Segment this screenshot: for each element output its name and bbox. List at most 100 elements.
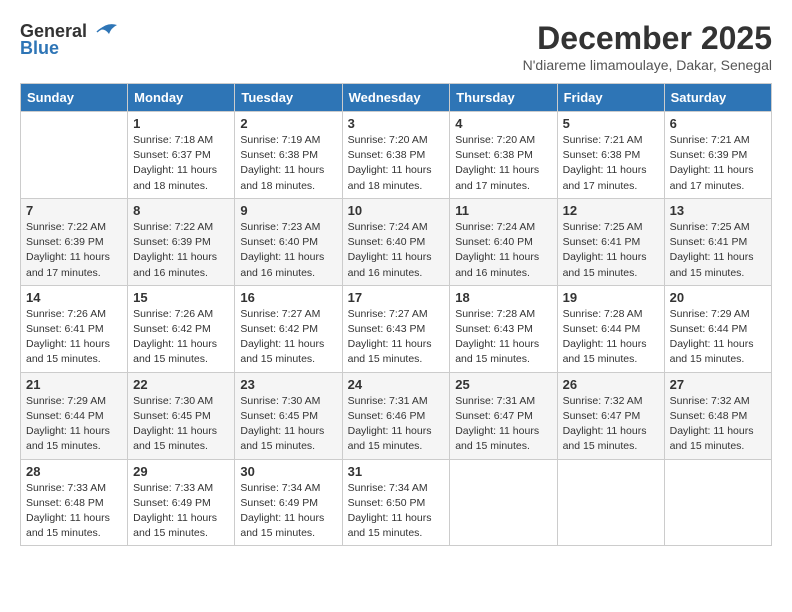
calendar-cell: 5Sunrise: 7:21 AMSunset: 6:38 PMDaylight… — [557, 112, 664, 199]
day-number: 10 — [348, 203, 445, 218]
day-number: 29 — [133, 464, 229, 479]
calendar-cell: 29Sunrise: 7:33 AMSunset: 6:49 PMDayligh… — [128, 459, 235, 546]
calendar-cell: 28 Sunrise: 7:33 AMSunset: 6:48 PMDayligh… — [21, 459, 128, 546]
day-info: Sunrise: 7:30 AMSunset: 6:45 PMDaylight:… — [133, 394, 229, 455]
header-sunday: Sunday — [21, 84, 128, 112]
day-info: Sunrise: 7:21 AMSunset: 6:39 PMDaylight:… — [670, 133, 766, 194]
calendar-header-row: SundayMondayTuesdayWednesdayThursdayFrid… — [21, 84, 772, 112]
day-info: Sunrise: 7:22 AMSunset: 6:39 PMDaylight:… — [133, 220, 229, 281]
calendar-cell: 24 Sunrise: 7:31 AMSunset: 6:46 PMDayligh… — [342, 372, 450, 459]
calendar-week-row: 14Sunrise: 7:26 AMSunset: 6:41 PMDayligh… — [21, 285, 772, 372]
calendar-cell: 10 Sunrise: 7:24 AMSunset: 6:40 PMDayligh… — [342, 198, 450, 285]
day-info: Sunrise: 7:33 AMSunset: 6:48 PMDaylight:… — [26, 481, 122, 542]
calendar-cell: 16Sunrise: 7:27 AMSunset: 6:42 PMDayligh… — [235, 285, 342, 372]
day-number: 11 — [455, 203, 551, 218]
day-number: 23 — [240, 377, 336, 392]
calendar-cell: 13 Sunrise: 7:25 AMSunset: 6:41 PMDayligh… — [664, 198, 771, 285]
day-number: 8 — [133, 203, 229, 218]
day-info: Sunrise: 7:29 AMSunset: 6:44 PMDaylight:… — [670, 307, 766, 368]
calendar-cell: 31 Sunrise: 7:34 AMSunset: 6:50 PMDayligh… — [342, 459, 450, 546]
header-saturday: Saturday — [664, 84, 771, 112]
day-number: 16 — [240, 290, 336, 305]
day-info: Sunrise: 7:34 AMSunset: 6:49 PMDaylight:… — [240, 481, 336, 542]
day-number: 28 — [26, 464, 122, 479]
calendar-cell: 3 Sunrise: 7:20 AMSunset: 6:38 PMDaylight… — [342, 112, 450, 199]
day-info: Sunrise: 7:30 AMSunset: 6:45 PMDaylight:… — [240, 394, 336, 455]
calendar-cell: 30Sunrise: 7:34 AMSunset: 6:49 PMDayligh… — [235, 459, 342, 546]
day-number: 1 — [133, 116, 229, 131]
day-number: 22 — [133, 377, 229, 392]
day-info: Sunrise: 7:31 AMSunset: 6:47 PMDaylight:… — [455, 394, 551, 455]
day-info: Sunrise: 7:24 AMSunset: 6:40 PMDaylight:… — [455, 220, 551, 281]
calendar-cell: 7 Sunrise: 7:22 AMSunset: 6:39 PMDaylight… — [21, 198, 128, 285]
calendar-cell: 11 Sunrise: 7:24 AMSunset: 6:40 PMDayligh… — [450, 198, 557, 285]
calendar-cell: 22 Sunrise: 7:30 AMSunset: 6:45 PMDayligh… — [128, 372, 235, 459]
calendar-cell — [450, 459, 557, 546]
calendar-cell: 6Sunrise: 7:21 AMSunset: 6:39 PMDaylight… — [664, 112, 771, 199]
day-info: Sunrise: 7:26 AMSunset: 6:41 PMDaylight:… — [26, 307, 122, 368]
day-number: 2 — [240, 116, 336, 131]
day-number: 21 — [26, 377, 122, 392]
day-info: Sunrise: 7:32 AMSunset: 6:48 PMDaylight:… — [670, 394, 766, 455]
logo-bird-icon — [89, 20, 119, 42]
day-number: 26 — [563, 377, 659, 392]
day-number: 7 — [26, 203, 122, 218]
calendar-cell: 15 Sunrise: 7:26 AMSunset: 6:42 PMDayligh… — [128, 285, 235, 372]
day-number: 24 — [348, 377, 445, 392]
calendar-cell: 9 Sunrise: 7:23 AMSunset: 6:40 PMDaylight… — [235, 198, 342, 285]
day-number: 25 — [455, 377, 551, 392]
header: General Blue December 2025 N'diareme lim… — [20, 20, 772, 73]
day-info: Sunrise: 7:22 AMSunset: 6:39 PMDaylight:… — [26, 220, 122, 281]
calendar-cell: 20Sunrise: 7:29 AMSunset: 6:44 PMDayligh… — [664, 285, 771, 372]
calendar-cell: 19 Sunrise: 7:28 AMSunset: 6:44 PMDayligh… — [557, 285, 664, 372]
day-info: Sunrise: 7:26 AMSunset: 6:42 PMDaylight:… — [133, 307, 229, 368]
calendar-cell: 12 Sunrise: 7:25 AMSunset: 6:41 PMDayligh… — [557, 198, 664, 285]
calendar-cell: 8 Sunrise: 7:22 AMSunset: 6:39 PMDaylight… — [128, 198, 235, 285]
day-info: Sunrise: 7:21 AMSunset: 6:38 PMDaylight:… — [563, 133, 659, 194]
calendar-cell: 27 Sunrise: 7:32 AMSunset: 6:48 PMDayligh… — [664, 372, 771, 459]
calendar-week-row: 1Sunrise: 7:18 AMSunset: 6:37 PMDaylight… — [21, 112, 772, 199]
day-info: Sunrise: 7:28 AMSunset: 6:43 PMDaylight:… — [455, 307, 551, 368]
calendar-cell: 17Sunrise: 7:27 AMSunset: 6:43 PMDayligh… — [342, 285, 450, 372]
calendar-cell: 4Sunrise: 7:20 AMSunset: 6:38 PMDaylight… — [450, 112, 557, 199]
calendar-cell: 23 Sunrise: 7:30 AMSunset: 6:45 PMDayligh… — [235, 372, 342, 459]
header-friday: Friday — [557, 84, 664, 112]
calendar-cell — [664, 459, 771, 546]
day-number: 27 — [670, 377, 766, 392]
day-info: Sunrise: 7:34 AMSunset: 6:50 PMDaylight:… — [348, 481, 445, 542]
logo: General Blue — [20, 20, 119, 59]
day-info: Sunrise: 7:28 AMSunset: 6:44 PMDaylight:… — [563, 307, 659, 368]
day-number: 31 — [348, 464, 445, 479]
calendar-week-row: 28 Sunrise: 7:33 AMSunset: 6:48 PMDayligh… — [21, 459, 772, 546]
day-info: Sunrise: 7:27 AMSunset: 6:43 PMDaylight:… — [348, 307, 445, 368]
month-title: December 2025 — [523, 20, 772, 57]
day-number: 9 — [240, 203, 336, 218]
calendar-cell — [21, 112, 128, 199]
day-number: 12 — [563, 203, 659, 218]
day-info: Sunrise: 7:20 AMSunset: 6:38 PMDaylight:… — [455, 133, 551, 194]
logo-blue-text: Blue — [20, 38, 59, 59]
calendar-cell: 14Sunrise: 7:26 AMSunset: 6:41 PMDayligh… — [21, 285, 128, 372]
day-number: 13 — [670, 203, 766, 218]
calendar-cell: 1Sunrise: 7:18 AMSunset: 6:37 PMDaylight… — [128, 112, 235, 199]
calendar-cell: 21 Sunrise: 7:29 AMSunset: 6:44 PMDayligh… — [21, 372, 128, 459]
day-number: 19 — [563, 290, 659, 305]
day-info: Sunrise: 7:29 AMSunset: 6:44 PMDaylight:… — [26, 394, 122, 455]
calendar-cell: 18 Sunrise: 7:28 AMSunset: 6:43 PMDayligh… — [450, 285, 557, 372]
calendar-cell: 25 Sunrise: 7:31 AMSunset: 6:47 PMDayligh… — [450, 372, 557, 459]
day-info: Sunrise: 7:23 AMSunset: 6:40 PMDaylight:… — [240, 220, 336, 281]
header-monday: Monday — [128, 84, 235, 112]
day-info: Sunrise: 7:24 AMSunset: 6:40 PMDaylight:… — [348, 220, 445, 281]
day-info: Sunrise: 7:25 AMSunset: 6:41 PMDaylight:… — [670, 220, 766, 281]
calendar-week-row: 21 Sunrise: 7:29 AMSunset: 6:44 PMDayligh… — [21, 372, 772, 459]
calendar: SundayMondayTuesdayWednesdayThursdayFrid… — [20, 83, 772, 546]
day-info: Sunrise: 7:31 AMSunset: 6:46 PMDaylight:… — [348, 394, 445, 455]
day-info: Sunrise: 7:25 AMSunset: 6:41 PMDaylight:… — [563, 220, 659, 281]
calendar-cell — [557, 459, 664, 546]
day-number: 15 — [133, 290, 229, 305]
day-info: Sunrise: 7:20 AMSunset: 6:38 PMDaylight:… — [348, 133, 445, 194]
location-title: N'diareme limamoulaye, Dakar, Senegal — [523, 57, 772, 73]
day-number: 18 — [455, 290, 551, 305]
header-thursday: Thursday — [450, 84, 557, 112]
day-number: 3 — [348, 116, 445, 131]
